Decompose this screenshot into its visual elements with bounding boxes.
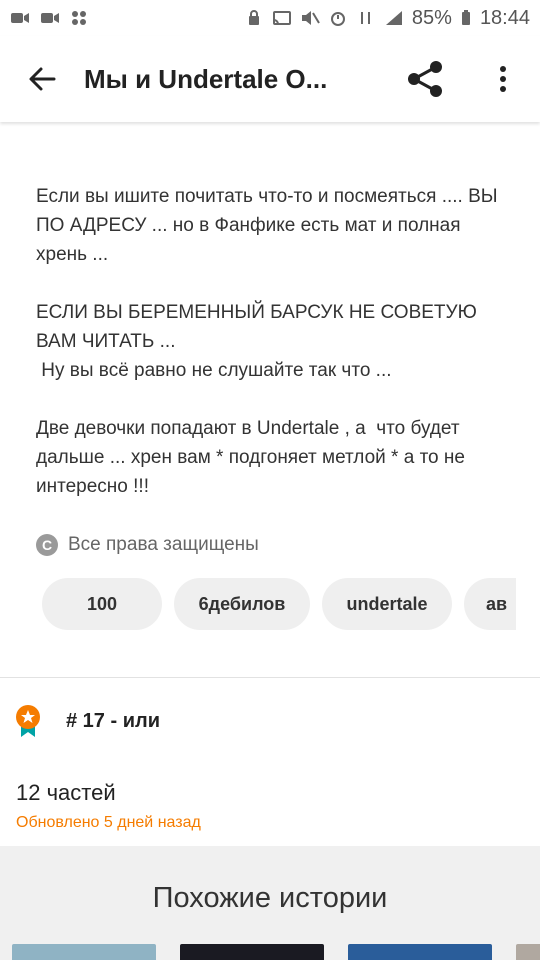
battery-icon xyxy=(461,10,470,25)
story-description: Если вы ишите почитать что-то и посмеять… xyxy=(36,186,498,497)
copyright-label: Все права защищены xyxy=(68,534,259,555)
ranking-badge-icon xyxy=(16,705,40,737)
arrow-back-icon xyxy=(29,67,56,91)
parts-count[interactable]: 12 частей xyxy=(16,780,116,806)
copyright-row: C Все права защищены xyxy=(36,534,259,556)
battery-percent: 85% xyxy=(411,6,452,29)
lock-icon xyxy=(248,10,259,25)
share-button[interactable] xyxy=(400,56,450,102)
status-bar: 85% 18:44 xyxy=(0,0,540,36)
more-vert-icon xyxy=(500,66,506,92)
video-camera-icon xyxy=(41,13,59,23)
tags-list: 100 6дебилов undertale ав xyxy=(42,578,516,632)
similar-story-cover[interactable] xyxy=(516,944,540,960)
back-button[interactable] xyxy=(0,36,84,122)
cast-icon xyxy=(272,11,291,25)
similar-story-cover[interactable] xyxy=(12,944,156,960)
video-call-icon xyxy=(11,13,29,23)
section-divider xyxy=(0,677,540,678)
similar-story-cover[interactable] xyxy=(348,944,492,960)
more-options-button[interactable] xyxy=(480,56,526,102)
copyright-icon: C xyxy=(36,534,58,556)
ranking-row[interactable]: # 17 - или xyxy=(14,704,160,738)
similar-stories-section: Похожие истории xyxy=(0,846,540,960)
tag-chip[interactable]: 100 xyxy=(42,578,162,630)
similar-story-cover[interactable] xyxy=(180,944,324,960)
share-icon xyxy=(408,61,442,97)
apps-grid-icon xyxy=(72,11,86,25)
alarm-icon xyxy=(330,12,345,26)
tag-chip[interactable]: 6дебилов xyxy=(174,578,310,630)
similar-stories-title: Похожие истории xyxy=(152,882,388,914)
mute-icon xyxy=(301,11,320,25)
tag-chip[interactable]: ав xyxy=(464,578,516,630)
app-bar: Мы и Undertale О... xyxy=(0,36,540,122)
signal-icon xyxy=(385,11,402,25)
data-icon xyxy=(360,12,370,24)
updated-label: Обновлено 5 дней назад xyxy=(16,814,201,831)
story-title: Мы и Undertale О... xyxy=(84,63,328,94)
ranking-label: # 17 - или xyxy=(66,709,160,732)
clock: 18:44 xyxy=(479,6,530,29)
tag-chip[interactable]: undertale xyxy=(322,578,452,630)
